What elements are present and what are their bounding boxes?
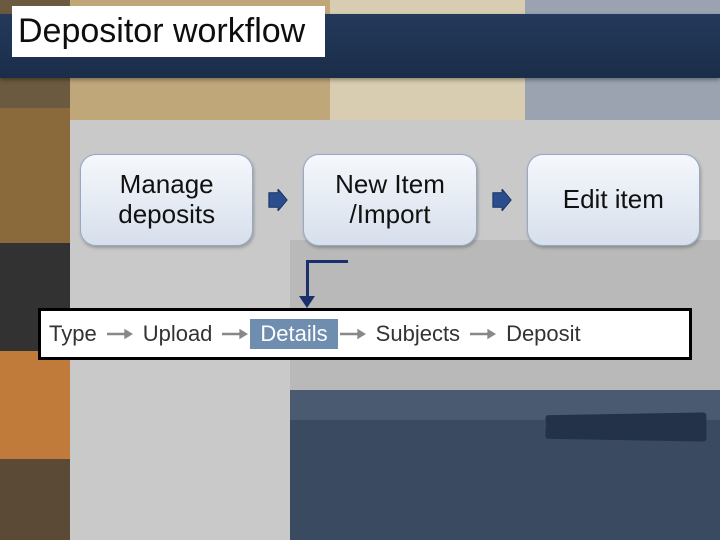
workflow-box-label: New Item /Import (304, 170, 475, 230)
arrow-right-icon (105, 327, 135, 341)
decor-building: PERPUSTAKAAN (290, 240, 720, 540)
arrow-down-icon (299, 296, 315, 308)
slide: PERPUSTAKAAN Depositor workflow Manage d… (0, 0, 720, 540)
page-title: Depositor workflow (12, 6, 325, 57)
workflow-box-label: Edit item (563, 185, 664, 215)
step-upload: Upload (135, 321, 221, 347)
step-details: Details (250, 319, 337, 349)
workflow-box-label: Manage deposits (81, 170, 252, 230)
arrow-right-icon (267, 189, 289, 211)
decor-left-strip (0, 0, 70, 540)
connector-horizontal (308, 260, 348, 263)
arrow-right-icon (491, 189, 513, 211)
workflow-box-manage-deposits: Manage deposits (80, 154, 253, 246)
edit-steps-bar: Type Upload Details Subjects Deposit (38, 308, 692, 360)
building-sign: PERPUSTAKAAN (545, 420, 645, 433)
step-subjects: Subjects (368, 321, 468, 347)
workflow-box-edit-item: Edit item (527, 154, 700, 246)
step-deposit: Deposit (498, 321, 589, 347)
connector-vertical (306, 260, 309, 300)
workflow-row: Manage deposits New Item /Import Edit it… (80, 150, 700, 250)
step-type: Type (41, 321, 105, 347)
workflow-box-new-item-import: New Item /Import (303, 154, 476, 246)
arrow-right-icon (338, 327, 368, 341)
arrow-right-icon (220, 327, 250, 341)
arrow-right-icon (468, 327, 498, 341)
